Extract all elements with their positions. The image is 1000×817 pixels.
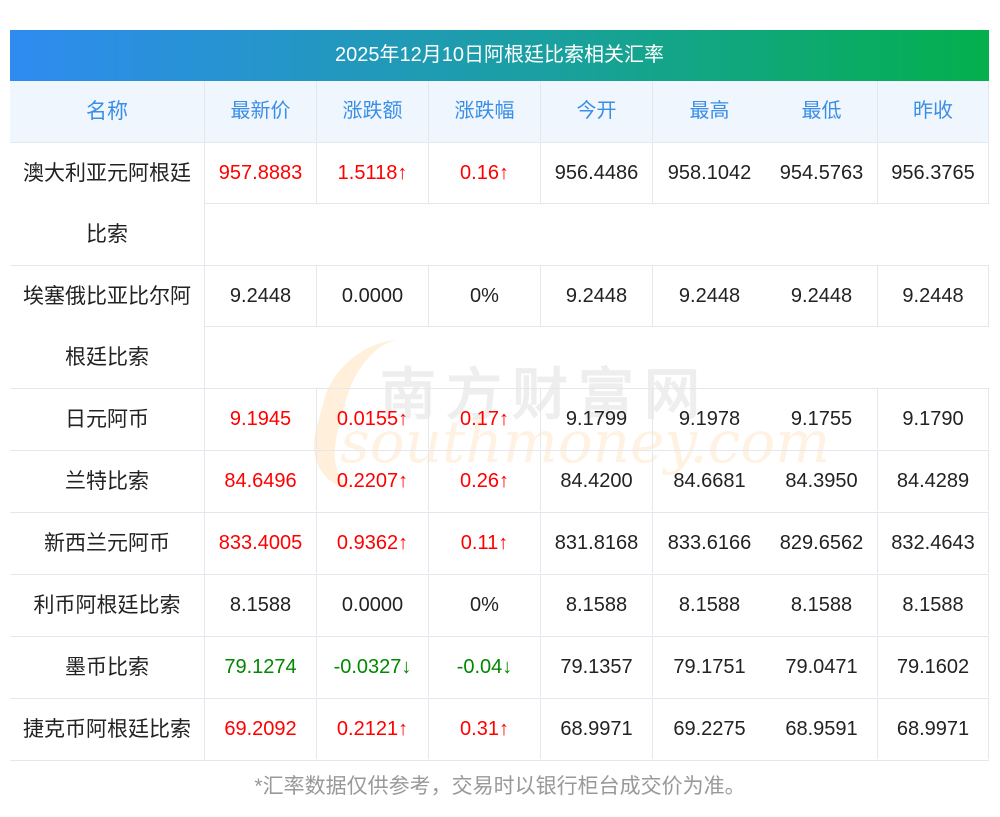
currency-name: 捷克币阿根廷比索	[10, 699, 205, 760]
rate-cell: 69.2275	[673, 718, 746, 740]
rate-cell: 0.2207↑	[317, 451, 429, 511]
currency-name: 澳大利亚元阿根廷比索	[10, 143, 205, 265]
rate-cell: 0%	[429, 266, 541, 326]
header-cell: 最高	[689, 100, 730, 122]
header-cell: 最低	[766, 81, 878, 141]
header-cell: 今开	[541, 81, 653, 141]
table-row: 墨币比索 79.1274 -0.0327↓ -0.04↓ 79.1357 79.1751 7…	[10, 637, 989, 699]
rate-cell: 9.1755	[766, 389, 878, 449]
rate-cell: 69.2092	[205, 699, 317, 759]
rate-cell: 831.8168	[541, 513, 653, 573]
rate-cell: 9.2448	[541, 266, 653, 326]
rate-cell: 68.9971	[541, 699, 653, 759]
rate-cell: 0.2121↑	[317, 699, 429, 759]
currency-name: 墨币比索	[10, 637, 205, 698]
rate-cell: 1.5118↑	[317, 143, 429, 203]
rate-cell: 0.16↑	[429, 143, 541, 203]
rate-table: 2025年12月10日阿根廷比索相关汇率 名称 最新价 涨跌额 涨跌幅 今开 最高 最低 昨收…	[10, 30, 989, 761]
rate-cell: 8.1588	[678, 594, 741, 616]
rate-cell: 9.2448	[878, 266, 989, 326]
table-row: 新西兰元阿币 833.4005 0.9362↑ 0.11↑ 831.8168 833.61…	[10, 513, 989, 575]
rate-cell: 8.1588	[766, 575, 878, 635]
table-title: 2025年12月10日阿根廷比索相关汇率	[10, 30, 989, 81]
currency-name: 利币阿根廷比索	[10, 575, 205, 636]
rate-cell: 954.5763	[766, 143, 878, 203]
rate-cell: 0%	[429, 575, 541, 635]
table-header: 名称 最新价 涨跌额 涨跌幅 今开 最高 最低 昨收	[10, 81, 989, 143]
rate-cell: 9.1790	[878, 389, 989, 449]
rate-cell: 0.26↑	[429, 451, 541, 511]
rate-cell: 84.4289	[878, 451, 989, 511]
table-row: 澳大利亚元阿根廷比索 957.8883 1.5118↑ 0.16↑ 956.4486 95…	[10, 143, 989, 266]
rate-cell: 0.0155↑	[317, 389, 429, 449]
table-row: 捷克币阿根廷比索 69.2092 0.2121↑ 0.31↑ 68.9971 69.227…	[10, 699, 989, 761]
rate-cell: 9.1945	[205, 389, 317, 449]
rate-cell: 79.1602	[878, 637, 989, 697]
disclaimer: *汇率数据仅供参考，交易时以银行柜台成交价为准。	[254, 775, 746, 798]
rate-cell: -0.04↓	[429, 637, 541, 697]
table-row: 日元阿币 9.1945 0.0155↑ 0.17↑ 9.1799 9.1978 9.1755…	[10, 389, 989, 451]
currency-name: 兰特比索	[10, 451, 205, 512]
rate-cell: 0.9362↑	[317, 513, 429, 573]
rate-cell: 0.0000	[317, 575, 429, 635]
rate-cell: 8.1588	[205, 575, 317, 635]
rate-cell: 829.6562	[766, 513, 878, 573]
rate-cell: 8.1588	[878, 575, 989, 635]
rate-cell: 8.1588	[541, 575, 653, 635]
rate-cell: 84.6681	[673, 470, 746, 492]
rate-cell: 79.1274	[205, 637, 317, 697]
rate-cell: 0.17↑	[429, 389, 541, 449]
currency-name: 日元阿币	[10, 389, 205, 450]
header-name: 名称	[10, 81, 205, 142]
header-cell: 昨收	[878, 81, 989, 141]
table-row: 兰特比索 84.6496 0.2207↑ 0.26↑ 84.4200 84.6681 84.…	[10, 451, 989, 513]
rate-cell: 833.4005	[205, 513, 317, 573]
rate-cell: 79.0471	[766, 637, 878, 697]
rate-cell: 84.3950	[766, 451, 878, 511]
rate-cell: 79.1751	[673, 656, 746, 678]
rate-cell: 0.0000	[317, 266, 429, 326]
table-row: 利币阿根廷比索 8.1588 0.0000 0% 8.1588 8.1588 8.1588 8…	[10, 575, 989, 637]
rate-cell: 9.2448	[678, 285, 741, 307]
rate-cell: 958.1042	[667, 162, 752, 184]
currency-name: 新西兰元阿币	[10, 513, 205, 574]
rate-cell: 833.6166	[667, 532, 752, 554]
currency-name: 埃塞俄比亚比尔阿根廷比索	[10, 266, 205, 388]
rate-cell: 9.1978	[678, 408, 741, 430]
header-cell: 涨跌幅	[429, 81, 541, 141]
rate-cell: -0.0327↓	[317, 637, 429, 697]
table-row: 埃塞俄比亚比尔阿根廷比索 9.2448 0.0000 0% 9.2448 9.2448 9.…	[10, 266, 989, 389]
header-cell: 涨跌额	[317, 81, 429, 141]
rate-cell: 0.11↑	[429, 513, 541, 573]
rate-cell: 9.1799	[541, 389, 653, 449]
rate-cell: 0.31↑	[429, 699, 541, 759]
rate-cell: 68.9971	[878, 699, 989, 759]
rate-cell: 9.2448	[205, 266, 317, 326]
rate-cell: 9.2448	[766, 266, 878, 326]
rate-cell: 68.9591	[766, 699, 878, 759]
rate-cell: 84.6496	[205, 451, 317, 511]
rate-cell: 957.8883	[205, 143, 317, 203]
rate-cell: 956.3765	[878, 143, 989, 203]
rate-cell: 79.1357	[541, 637, 653, 697]
header-cell: 最新价	[205, 81, 317, 141]
rate-cell: 84.4200	[541, 451, 653, 511]
rate-cell: 832.4643	[878, 513, 989, 573]
rate-cell: 956.4486	[541, 143, 653, 203]
